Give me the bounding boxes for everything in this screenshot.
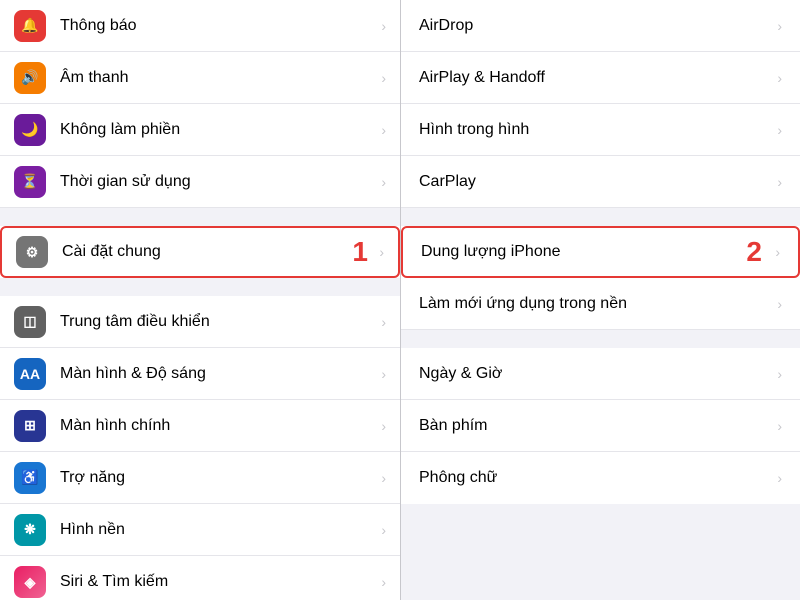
dung-luong-iphone-label: Dung lượng iPhone [421,243,771,261]
am-thanh-icon: 🔊 [14,62,46,94]
sidebar-item-trung-tam-dieu-khien[interactable]: ◫ Trung tâm điều khiển› [0,296,400,348]
right-item-airdrop[interactable]: AirDrop› [401,0,800,52]
cai-dat-chung-label: Cài đặt chung [62,243,375,261]
thong-bao-label: Thông báo [60,17,377,35]
trung-tam-dieu-khien-label: Trung tâm điều khiển [60,313,377,331]
am-thanh-chevron: › [381,70,386,86]
airplay-handoff-label: AirPlay & Handoff [419,69,773,87]
sidebar-item-khong-lam-phien[interactable]: 🌙 Không làm phiền› [0,104,400,156]
phong-chu-chevron: › [777,470,782,486]
ban-phim-label: Bàn phím [419,417,773,435]
tro-nang-label: Trợ năng [60,469,377,487]
thoi-gian-su-dung-icon: ⏳ [14,166,46,198]
left-settings-list: 🔔Thông báo›🔊Âm thanh›🌙Không làm phiền›⏳T… [0,0,400,600]
right-item-lam-moi-ung-dung[interactable]: Làm mới ứng dụng trong nền› [401,278,800,330]
trung-tam-dieu-khien-chevron: › [381,314,386,330]
ban-phim-chevron: › [777,418,782,434]
ngay-gio-chevron: › [777,366,782,382]
siri-tim-kiem-label: Siri & Tìm kiếm [60,573,377,591]
right-item-phong-chu[interactable]: Phông chữ› [401,452,800,504]
sidebar-item-thong-bao[interactable]: 🔔 Thông báo› [0,0,400,52]
thong-bao-chevron: › [381,18,386,34]
man-hinh-chinh-icon: ⊞ [14,410,46,442]
siri-tim-kiem-chevron: › [381,574,386,590]
tro-nang-icon: ♿ [14,462,46,494]
right-item-ngay-gio[interactable]: Ngày & Giờ› [401,348,800,400]
right-item-hinh-trong-hinh[interactable]: Hình trong hình› [401,104,800,156]
right-item-carplay[interactable]: CarPlay› [401,156,800,208]
sidebar-item-thoi-gian-su-dung[interactable]: ⏳ Thời gian sử dụng› [0,156,400,208]
thoi-gian-su-dung-label: Thời gian sử dụng [60,173,377,191]
sidebar-item-hinh-nen[interactable]: ❋ Hình nền› [0,504,400,556]
carplay-chevron: › [777,174,782,190]
dung-luong-iphone-chevron: › [775,244,780,260]
hinh-trong-hinh-chevron: › [777,122,782,138]
man-hinh-chinh-chevron: › [381,418,386,434]
phong-chu-label: Phông chữ [419,469,773,487]
cai-dat-chung-chevron: › [379,244,384,260]
thoi-gian-su-dung-chevron: › [381,174,386,190]
ngay-gio-label: Ngày & Giờ [419,365,773,383]
cai-dat-chung-icon: ⚙ [16,236,48,268]
man-hinh-do-sang-chevron: › [381,366,386,382]
hinh-nen-label: Hình nền [60,521,377,539]
sidebar-item-siri-tim-kiem[interactable]: ◈ Siri & Tìm kiếm› [0,556,400,600]
left-panel: 🔔Thông báo›🔊Âm thanh›🌙Không làm phiền›⏳T… [0,0,400,600]
tro-nang-chevron: › [381,470,386,486]
right-settings-list: AirDrop›AirPlay & Handoff›Hình trong hìn… [401,0,800,504]
airdrop-label: AirDrop [419,17,773,35]
right-item-airplay-handoff[interactable]: AirPlay & Handoff› [401,52,800,104]
airdrop-chevron: › [777,18,782,34]
sidebar-item-am-thanh[interactable]: 🔊 Âm thanh› [0,52,400,104]
man-hinh-do-sang-label: Màn hình & Độ sáng [60,365,377,383]
lam-moi-ung-dung-chevron: › [777,296,782,312]
man-hinh-chinh-label: Màn hình chính [60,417,377,435]
man-hinh-do-sang-icon: AA [14,358,46,390]
dung-luong-iphone-badge: 2 [746,236,762,268]
carplay-label: CarPlay [419,173,773,191]
sidebar-item-man-hinh-chinh[interactable]: ⊞ Màn hình chính› [0,400,400,452]
trung-tam-dieu-khien-icon: ◫ [14,306,46,338]
lam-moi-ung-dung-label: Làm mới ứng dụng trong nền [419,295,773,313]
khong-lam-phien-chevron: › [381,122,386,138]
am-thanh-label: Âm thanh [60,69,377,87]
hinh-nen-icon: ❋ [14,514,46,546]
khong-lam-phien-icon: 🌙 [14,114,46,146]
hinh-trong-hinh-label: Hình trong hình [419,121,773,139]
siri-tim-kiem-icon: ◈ [14,566,46,598]
right-item-dung-luong-iphone[interactable]: Dung lượng iPhone2 › [401,226,800,278]
cai-dat-chung-badge: 1 [352,236,368,268]
sidebar-item-tro-nang[interactable]: ♿ Trợ năng› [0,452,400,504]
thong-bao-icon: 🔔 [14,10,46,42]
right-panel: AirDrop›AirPlay & Handoff›Hình trong hìn… [400,0,800,600]
sidebar-item-man-hinh-do-sang[interactable]: AA Màn hình & Độ sáng› [0,348,400,400]
right-item-ban-phim[interactable]: Bàn phím› [401,400,800,452]
hinh-nen-chevron: › [381,522,386,538]
khong-lam-phien-label: Không làm phiền [60,121,377,139]
airplay-handoff-chevron: › [777,70,782,86]
sidebar-item-cai-dat-chung[interactable]: ⚙ Cài đặt chung1 › [0,226,400,278]
